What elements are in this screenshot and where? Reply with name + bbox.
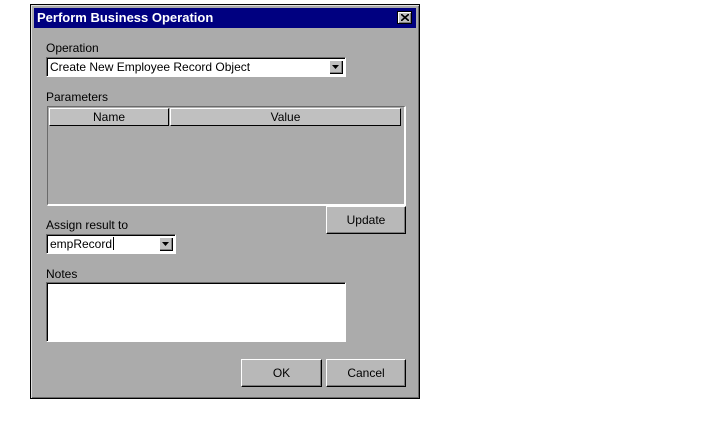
close-button[interactable] bbox=[397, 11, 412, 24]
chevron-down-icon bbox=[332, 65, 339, 69]
text-caret bbox=[113, 237, 115, 250]
assign-result-value: empRecord bbox=[50, 237, 113, 251]
assign-result-dropdown-button[interactable] bbox=[159, 237, 173, 251]
operation-combo[interactable]: Create New Employee Record Object bbox=[46, 57, 346, 77]
operation-dropdown-button[interactable] bbox=[329, 60, 343, 74]
parameters-label: Parameters bbox=[46, 90, 109, 104]
notes-label: Notes bbox=[46, 267, 78, 281]
cancel-button[interactable]: Cancel bbox=[326, 359, 406, 387]
update-button[interactable]: Update bbox=[326, 206, 406, 234]
parameters-table[interactable]: Name Value bbox=[47, 106, 406, 206]
operation-selected-value: Create New Employee Record Object bbox=[50, 60, 251, 74]
column-header-name[interactable]: Name bbox=[49, 108, 169, 126]
title-bar[interactable]: Perform Business Operation bbox=[34, 8, 416, 28]
assign-result-input[interactable]: empRecord bbox=[50, 237, 115, 251]
column-header-value[interactable]: Value bbox=[170, 108, 401, 126]
perform-business-operation-dialog: Perform Business Operation Operation Cre… bbox=[30, 4, 420, 399]
assign-result-combo[interactable]: empRecord bbox=[46, 234, 176, 254]
assign-result-label: Assign result to bbox=[46, 218, 129, 232]
notes-textarea[interactable] bbox=[46, 282, 346, 342]
close-icon bbox=[401, 14, 409, 21]
operation-label: Operation bbox=[46, 41, 99, 55]
ok-button[interactable]: OK bbox=[241, 359, 322, 387]
dialog-title: Perform Business Operation bbox=[37, 10, 214, 25]
chevron-down-icon bbox=[162, 242, 169, 246]
